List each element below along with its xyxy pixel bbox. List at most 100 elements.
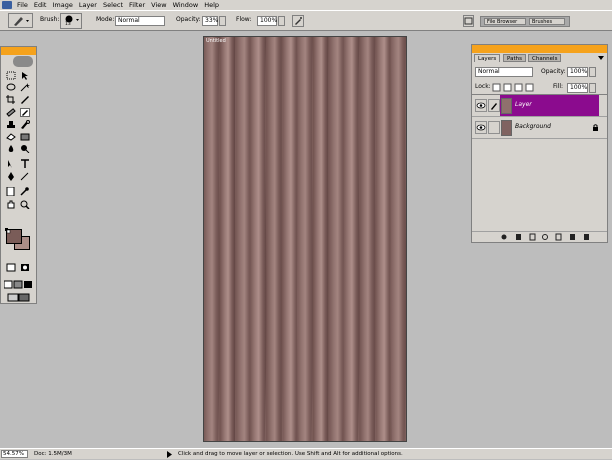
mode-select[interactable]: Normal xyxy=(115,16,165,26)
well-tab-brushes[interactable]: Brushes xyxy=(529,18,565,25)
tool-preset-picker[interactable] xyxy=(8,13,33,28)
fill-value: 100% xyxy=(570,84,588,91)
blur-tool-icon[interactable] xyxy=(6,144,16,153)
jump-to-imageready-icon[interactable] xyxy=(6,293,31,302)
add-mask-icon[interactable] xyxy=(514,232,522,242)
crop-tool-icon[interactable] xyxy=(6,95,16,104)
toolbox-feather-icon[interactable] xyxy=(13,56,33,67)
clone-stamp-tool-icon[interactable] xyxy=(6,120,16,129)
new-group-icon[interactable] xyxy=(528,232,536,242)
layer-brush-slot xyxy=(488,121,500,134)
gradient-tool-icon[interactable] xyxy=(20,132,30,141)
palette-well: File Browser Brushes xyxy=(480,16,570,27)
path-selection-tool-icon[interactable] xyxy=(6,159,16,168)
quick-mask-mode-icon[interactable] xyxy=(20,263,30,272)
default-colors-icon[interactable] xyxy=(5,228,11,234)
lock-icons[interactable] xyxy=(492,83,540,92)
options-bar: Brush: 13 Mode: Normal Opacity: 33% Flow… xyxy=(0,10,612,31)
menu-bar: File Edit Image Layer Select Filter View Window… xyxy=(0,0,612,10)
panel-menu-icon[interactable] xyxy=(596,54,606,62)
flow-value: 100% xyxy=(260,17,278,24)
eraser-tool-icon[interactable] xyxy=(6,132,16,141)
marquee-tool-icon[interactable] xyxy=(6,71,16,80)
doc-size-info: Doc: 1.5M/3M xyxy=(34,451,72,457)
blend-mode-select[interactable]: Normal xyxy=(475,67,533,77)
flow-field[interactable]: 100% xyxy=(257,16,277,26)
background-layer-name: Background xyxy=(515,123,551,130)
photoshop-logo-icon[interactable] xyxy=(2,1,12,9)
brush-label: Brush: xyxy=(40,16,60,23)
flow-slider-button[interactable] xyxy=(278,16,285,26)
menu-filter[interactable]: Filter xyxy=(126,0,148,10)
opacity-field[interactable]: 33% xyxy=(202,16,218,26)
fill-field[interactable]: 100% xyxy=(567,83,588,93)
trash-icon[interactable] xyxy=(582,232,590,242)
visibility-eye-icon[interactable] xyxy=(475,121,487,134)
tab-channels[interactable]: Channels xyxy=(528,54,562,62)
mode-label: Mode: xyxy=(96,16,115,23)
tab-paths[interactable]: Paths xyxy=(503,54,526,62)
screen-mode-icons[interactable] xyxy=(4,280,34,289)
opacity-slider-button[interactable] xyxy=(219,16,226,26)
shape-tool-icon[interactable] xyxy=(20,172,30,181)
status-bar: 54.57% Doc: 1.5M/3M Click and drag to mo… xyxy=(0,448,612,459)
toolbox xyxy=(0,46,37,304)
layers-panel-header[interactable] xyxy=(472,45,607,53)
magic-wand-tool-icon[interactable] xyxy=(20,83,30,92)
history-brush-tool-icon[interactable] xyxy=(20,120,30,129)
lock-icon xyxy=(592,124,599,132)
airbrush-button[interactable] xyxy=(292,15,304,27)
lock-label: Lock: xyxy=(475,83,491,90)
flow-label: Flow: xyxy=(236,16,252,23)
lasso-tool-icon[interactable] xyxy=(6,83,16,92)
tab-layers[interactable]: Layers xyxy=(474,54,501,62)
document-canvas[interactable]: Untitled xyxy=(203,36,407,442)
curtain-texture xyxy=(204,37,406,441)
healing-brush-tool-icon[interactable] xyxy=(6,108,16,117)
mode-value: Normal xyxy=(118,17,140,24)
notes-tool-icon[interactable] xyxy=(6,187,16,196)
standard-mode-icon[interactable] xyxy=(6,263,16,272)
adjustment-layer-icon[interactable] xyxy=(542,232,550,242)
layer-name: Layer xyxy=(515,101,532,108)
zoom-tool-icon[interactable] xyxy=(20,200,30,209)
menu-edit[interactable]: Edit xyxy=(31,0,50,10)
layer-style-icon[interactable] xyxy=(500,232,508,242)
visibility-eye-icon[interactable] xyxy=(475,99,487,112)
eyedropper-tool-icon[interactable] xyxy=(20,187,30,196)
layers-panel: Layers Paths Channels Normal Opacity: 10… xyxy=(471,44,608,243)
fill-slider[interactable] xyxy=(589,83,596,93)
menu-layer[interactable]: Layer xyxy=(76,0,100,10)
move-tool-icon[interactable] xyxy=(20,71,30,80)
menu-view[interactable]: View xyxy=(148,0,169,10)
panel-opacity-label: Opacity: xyxy=(541,68,566,75)
airbrush-icon xyxy=(295,17,302,25)
palette-options-button[interactable] xyxy=(463,15,474,27)
panel-opacity-field[interactable]: 100% xyxy=(567,67,588,77)
zoom-field[interactable]: 54.57% xyxy=(1,450,28,458)
brush-picker[interactable]: 13 xyxy=(60,13,82,29)
new-layer-icon[interactable] xyxy=(568,232,576,242)
type-tool-icon[interactable] xyxy=(20,159,30,168)
hand-tool-icon[interactable] xyxy=(6,200,16,209)
menu-help[interactable]: Help xyxy=(201,0,222,10)
menu-file[interactable]: File xyxy=(14,0,31,10)
brush-tool-icon[interactable] xyxy=(20,108,30,117)
panel-opacity-slider[interactable] xyxy=(589,67,596,77)
menu-select[interactable]: Select xyxy=(100,0,126,10)
new-set-icon[interactable] xyxy=(554,232,562,242)
opacity-value: 33% xyxy=(205,17,219,24)
layer-row-layer[interactable]: Layer xyxy=(472,95,607,117)
menu-window[interactable]: Window xyxy=(170,0,202,10)
pen-tool-icon[interactable] xyxy=(6,172,16,181)
menu-image[interactable]: Image xyxy=(49,0,75,10)
dodge-tool-icon[interactable] xyxy=(20,144,30,153)
well-tab-file-browser[interactable]: File Browser xyxy=(484,18,526,25)
toolbox-header[interactable] xyxy=(1,47,36,55)
slice-tool-icon[interactable] xyxy=(20,95,30,104)
status-menu-arrow-icon[interactable] xyxy=(166,451,173,458)
panel-opacity-value: 100% xyxy=(570,68,588,75)
layer-row-background[interactable]: Background xyxy=(472,117,607,139)
brush-tool-icon xyxy=(14,17,29,26)
layer-brush-icon xyxy=(488,99,500,112)
